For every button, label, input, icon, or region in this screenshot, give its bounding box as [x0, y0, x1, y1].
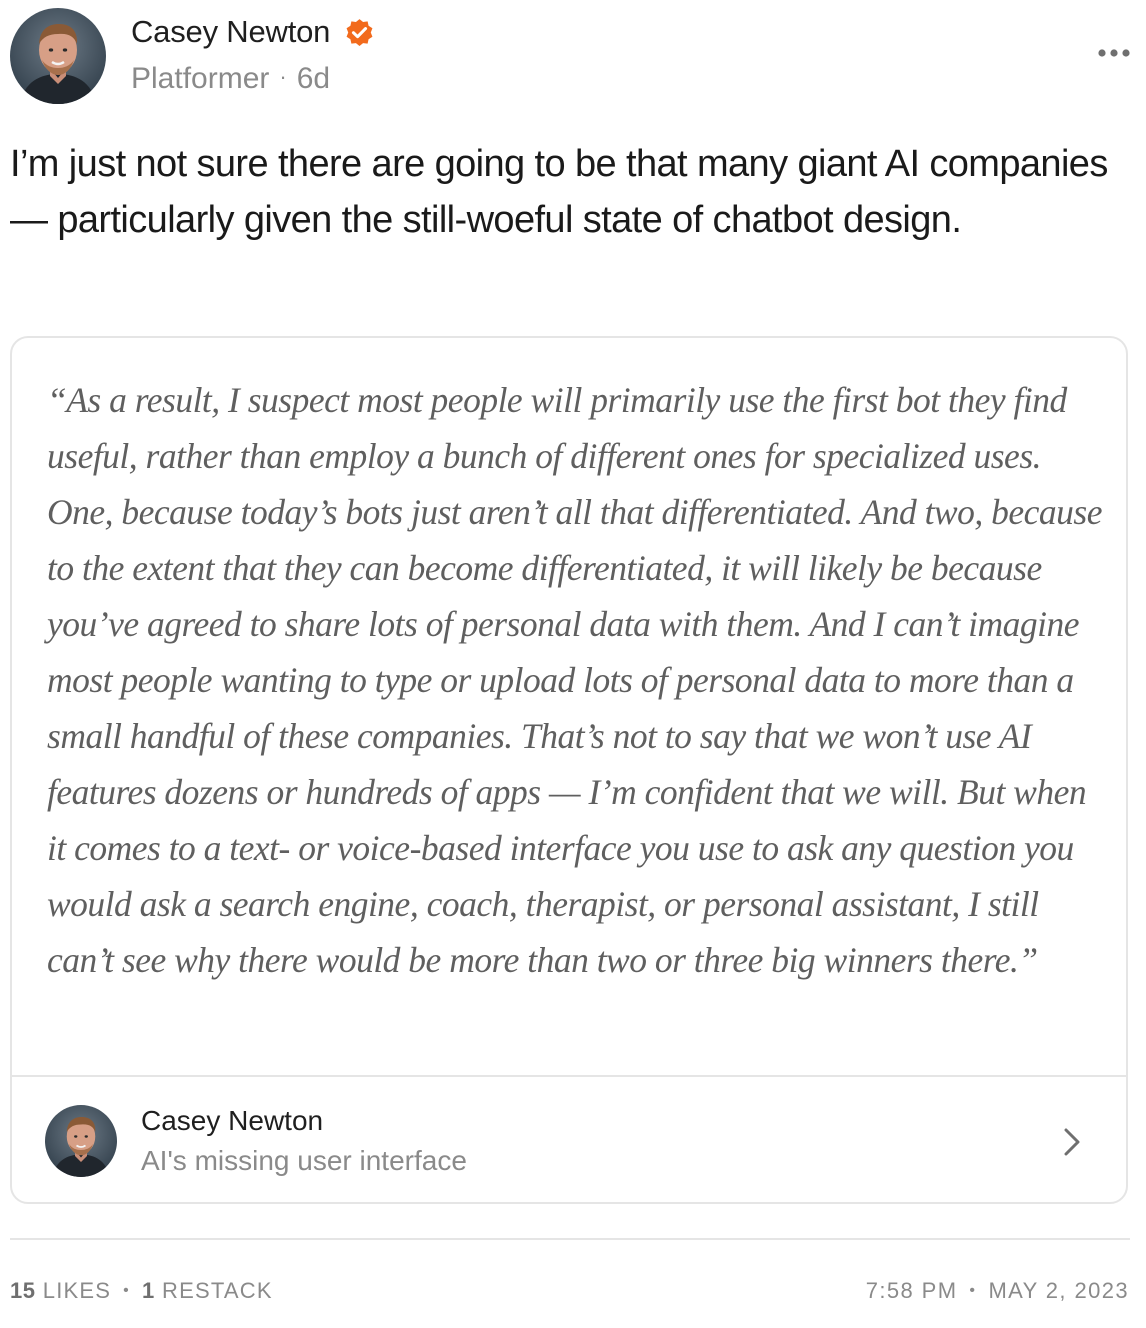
quote-text: “As a result, I suspect most people will…: [47, 380, 1102, 980]
source-article-title: AI's missing user interface: [141, 1145, 467, 1176]
source-author-name: Casey Newton: [141, 1105, 324, 1136]
likes-link[interactable]: 15 LIKES: [10, 1278, 111, 1303]
meta-separator: ·: [279, 64, 287, 89]
ellipsis-icon[interactable]: [1096, 44, 1132, 62]
post-date: MAY 2, 2023: [988, 1278, 1129, 1303]
likes-count: 15: [10, 1278, 36, 1303]
post-timestamp[interactable]: 7:58 PM • MAY 2, 2023: [866, 1278, 1129, 1304]
restacks-label: RESTACK: [162, 1278, 273, 1303]
restacks-count: 1: [141, 1278, 155, 1303]
stats-separator: •: [123, 1282, 130, 1299]
timestamp-separator: •: [969, 1282, 977, 1299]
post-header: Casey Newton Platformer · 6d: [10, 8, 1136, 106]
restacks-link[interactable]: 1 RESTACK: [142, 1278, 273, 1303]
author-avatar[interactable]: [10, 8, 106, 104]
avatar-photo: [45, 1105, 117, 1177]
post-time: 7:58 PM: [865, 1278, 958, 1303]
author-name[interactable]: Casey Newton: [131, 14, 330, 50]
post-age: 6d: [296, 62, 331, 95]
footer-divider: [10, 1238, 1130, 1240]
likes-label: LIKES: [42, 1278, 112, 1303]
source-link[interactable]: Casey Newton AI's missing user interface: [12, 1077, 1126, 1204]
avatar-photo: [10, 8, 106, 104]
engagement-stats: 15 LIKES • 1 RESTACK: [10, 1278, 273, 1304]
post-body: I’m just not sure there are going to be …: [10, 143, 1108, 241]
source-author-avatar: [45, 1105, 117, 1177]
publication-name[interactable]: Platformer: [131, 62, 269, 95]
publication-line: Platformer · 6d: [131, 62, 330, 96]
chevron-right-icon: [1064, 1128, 1080, 1156]
verified-badge-icon: [346, 19, 373, 47]
quote-card: “As a result, I suspect most people will…: [10, 336, 1128, 1204]
